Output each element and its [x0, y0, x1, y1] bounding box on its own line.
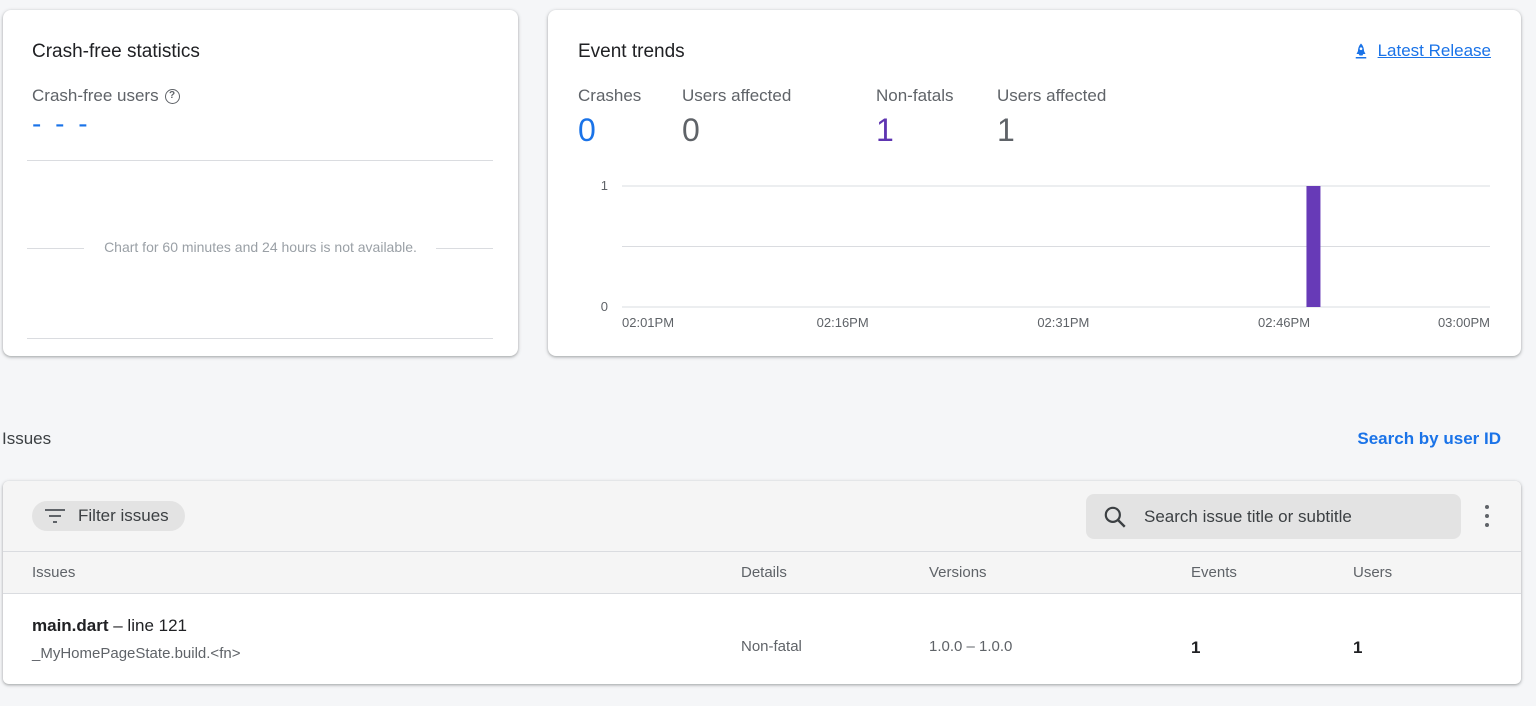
stat-nonfatal-users: Users affected 1: [997, 86, 1106, 149]
chart-x-tick: 02:46PM: [1258, 315, 1310, 330]
event-trends-chart: 0 1 02:01PM 02:16PM 02:31PM 02:46PM 03:00PM: [601, 178, 1490, 330]
event-trends-card: Event trends Latest Release Crashes 0 Us…: [548, 10, 1521, 356]
crash-free-users-text: Crash-free users: [32, 86, 159, 105]
stat-label: Crashes: [578, 86, 642, 105]
crash-free-card: Crash-free statistics Crash-free users ?…: [3, 10, 518, 356]
issue-events: 1: [1191, 638, 1201, 657]
search-by-user-id-link[interactable]: Search by user ID: [1357, 429, 1501, 449]
stat-label: Users affected: [997, 86, 1107, 105]
chart-x-tick: 02:16PM: [817, 315, 869, 330]
crash-free-title: Crash-free statistics: [32, 41, 200, 62]
more-options-icon[interactable]: [1479, 503, 1495, 529]
stat-value: 1: [997, 112, 1015, 148]
crash-free-value: - - -: [32, 108, 91, 139]
chart-x-tick: 03:00PM: [1438, 315, 1490, 330]
stat-crash-users: Users affected 0: [682, 86, 791, 149]
issue-file: main.dart: [32, 616, 109, 635]
chart-unavailable-text: Chart for 60 minutes and 24 hours is not…: [104, 239, 417, 255]
chart-mid-line-right: [436, 248, 493, 249]
chart-y-tick: 0: [601, 299, 608, 314]
col-versions[interactable]: Versions: [929, 564, 987, 581]
issue-versions: 1.0.0 – 1.0.0: [929, 638, 1013, 655]
rocket-icon: [1355, 43, 1366, 59]
col-issues[interactable]: Issues: [32, 564, 75, 581]
issues-table: Filter issues Issues Details Versions Ev…: [3, 481, 1521, 684]
help-icon[interactable]: ?: [164, 88, 180, 104]
chart-x-tick: 02:01PM: [622, 315, 674, 330]
issue-details: Non-fatal: [741, 638, 802, 655]
latest-release-text: Latest Release: [1377, 41, 1491, 60]
chart-bottom-line: [27, 338, 493, 339]
event-trends-title: Event trends: [578, 41, 685, 62]
chart-y-tick: 1: [601, 178, 608, 193]
issue-search-input[interactable]: [1144, 506, 1444, 527]
chart-top-line: [27, 160, 493, 161]
stat-nonfatals: Non-fatals 1: [876, 86, 953, 149]
issue-subtitle: _MyHomePageState.build.<fn>: [32, 645, 241, 662]
issue-title[interactable]: main.dart – line 121: [32, 616, 187, 636]
filter-issues-button[interactable]: Filter issues: [32, 501, 185, 531]
col-users[interactable]: Users: [1353, 564, 1392, 581]
col-details[interactable]: Details: [741, 564, 787, 581]
col-events[interactable]: Events: [1191, 564, 1237, 581]
filter-issues-label: Filter issues: [78, 506, 169, 525]
issue-line: – line 121: [108, 616, 187, 635]
stat-label: Non-fatals: [876, 86, 954, 105]
table-row[interactable]: main.dart – line 121 _MyHomePageState.bu…: [3, 594, 1521, 683]
stat-value: 1: [876, 112, 894, 148]
filter-icon: [45, 509, 65, 523]
latest-release-link[interactable]: Latest Release: [1352, 41, 1491, 61]
search-icon: [1104, 506, 1126, 528]
issues-section-label: Issues: [2, 429, 52, 448]
chart-x-tick: 02:31PM: [1037, 315, 1089, 330]
stat-label: Users affected: [682, 86, 792, 105]
issues-toolbar: Filter issues: [3, 481, 1521, 552]
issues-table-header: Issues Details Versions Events Users: [3, 552, 1521, 594]
chart-mid-line-left: [27, 248, 84, 249]
issue-users: 1: [1353, 638, 1363, 657]
stat-value: 0: [578, 112, 596, 148]
stat-crashes: Crashes 0: [578, 86, 641, 149]
issue-search-box[interactable]: [1086, 494, 1461, 539]
crash-free-users-label: Crash-free users ?: [32, 86, 180, 106]
chart-bar: [1306, 186, 1321, 307]
stat-value: 0: [682, 112, 700, 148]
